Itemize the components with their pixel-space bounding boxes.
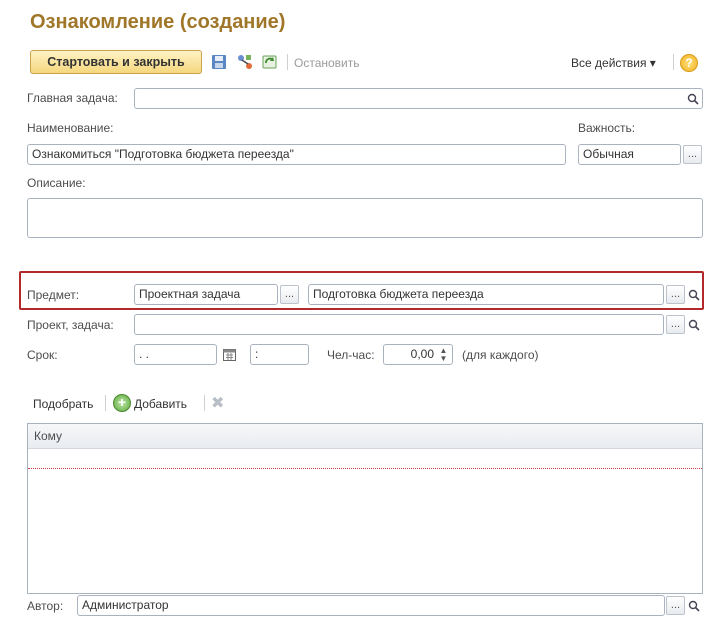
subject-field[interactable]: Подготовка бюджета переезда (308, 284, 664, 305)
importance-field[interactable]: Обычная (578, 144, 681, 165)
importance-label: Важность: (578, 121, 636, 135)
main-task-field[interactable] (134, 88, 703, 109)
list-toolbar-separator (105, 395, 106, 411)
name-label: Наименование: (27, 121, 114, 135)
calendar-icon[interactable] (220, 345, 239, 364)
toolbar-separator (673, 54, 674, 70)
importance-choose-button[interactable]: ... (683, 145, 702, 164)
project-task-label: Проект, задача: (27, 318, 114, 332)
main-task-label: Главная задача: (27, 91, 118, 105)
recipients-table[interactable]: Кому (27, 423, 703, 594)
add-icon[interactable]: + (113, 394, 131, 412)
list-toolbar-separator (204, 395, 205, 411)
name-field[interactable]: Ознакомиться "Подготовка бюджета переезд… (27, 144, 566, 165)
delete-icon[interactable]: ✖ (211, 393, 224, 413)
start-and-close-button[interactable]: Стартовать и закрыть (30, 50, 202, 74)
deadline-time-field[interactable]: : (250, 344, 309, 365)
add-button[interactable]: Добавить (134, 397, 187, 411)
subject-choose-button[interactable]: ... (666, 285, 685, 304)
man-hours-label: Чел-час: (327, 348, 375, 362)
man-hours-stepper[interactable]: ▲ ▼ (437, 346, 450, 363)
author-label: Автор: (27, 599, 64, 613)
save-icon[interactable] (210, 53, 228, 71)
page-title: Ознакомление (создание) (30, 11, 286, 33)
search-icon[interactable] (684, 315, 703, 334)
search-icon[interactable] (684, 285, 703, 304)
author-choose-button[interactable]: ... (666, 596, 685, 615)
search-icon[interactable] (684, 596, 703, 615)
routing-icon[interactable] (236, 53, 254, 71)
subject-type-choose-button[interactable]: ... (280, 285, 299, 304)
stop-button[interactable]: Остановить (294, 56, 360, 70)
man-hours-suffix: (для каждого) (462, 348, 539, 362)
subject-label: Предмет: (27, 288, 80, 302)
refresh-icon[interactable] (261, 53, 279, 71)
author-field[interactable]: Администратор (77, 595, 665, 616)
deadline-date-field[interactable]: . . (134, 344, 217, 365)
column-header-recipient[interactable]: Кому (28, 424, 702, 449)
description-textarea[interactable] (27, 198, 703, 238)
deadline-label: Срок: (27, 348, 58, 362)
description-label: Описание: (27, 176, 86, 190)
subject-type-field[interactable]: Проектная задача (134, 284, 278, 305)
table-row (28, 468, 702, 469)
help-icon[interactable]: ? (680, 54, 698, 72)
project-task-choose-button[interactable]: ... (666, 315, 685, 334)
search-icon[interactable] (683, 89, 702, 108)
toolbar-separator (287, 54, 288, 70)
project-task-field[interactable] (134, 314, 664, 335)
all-actions-menu[interactable]: Все действия ▾ (571, 56, 656, 70)
pick-button[interactable]: Подобрать (33, 397, 93, 411)
